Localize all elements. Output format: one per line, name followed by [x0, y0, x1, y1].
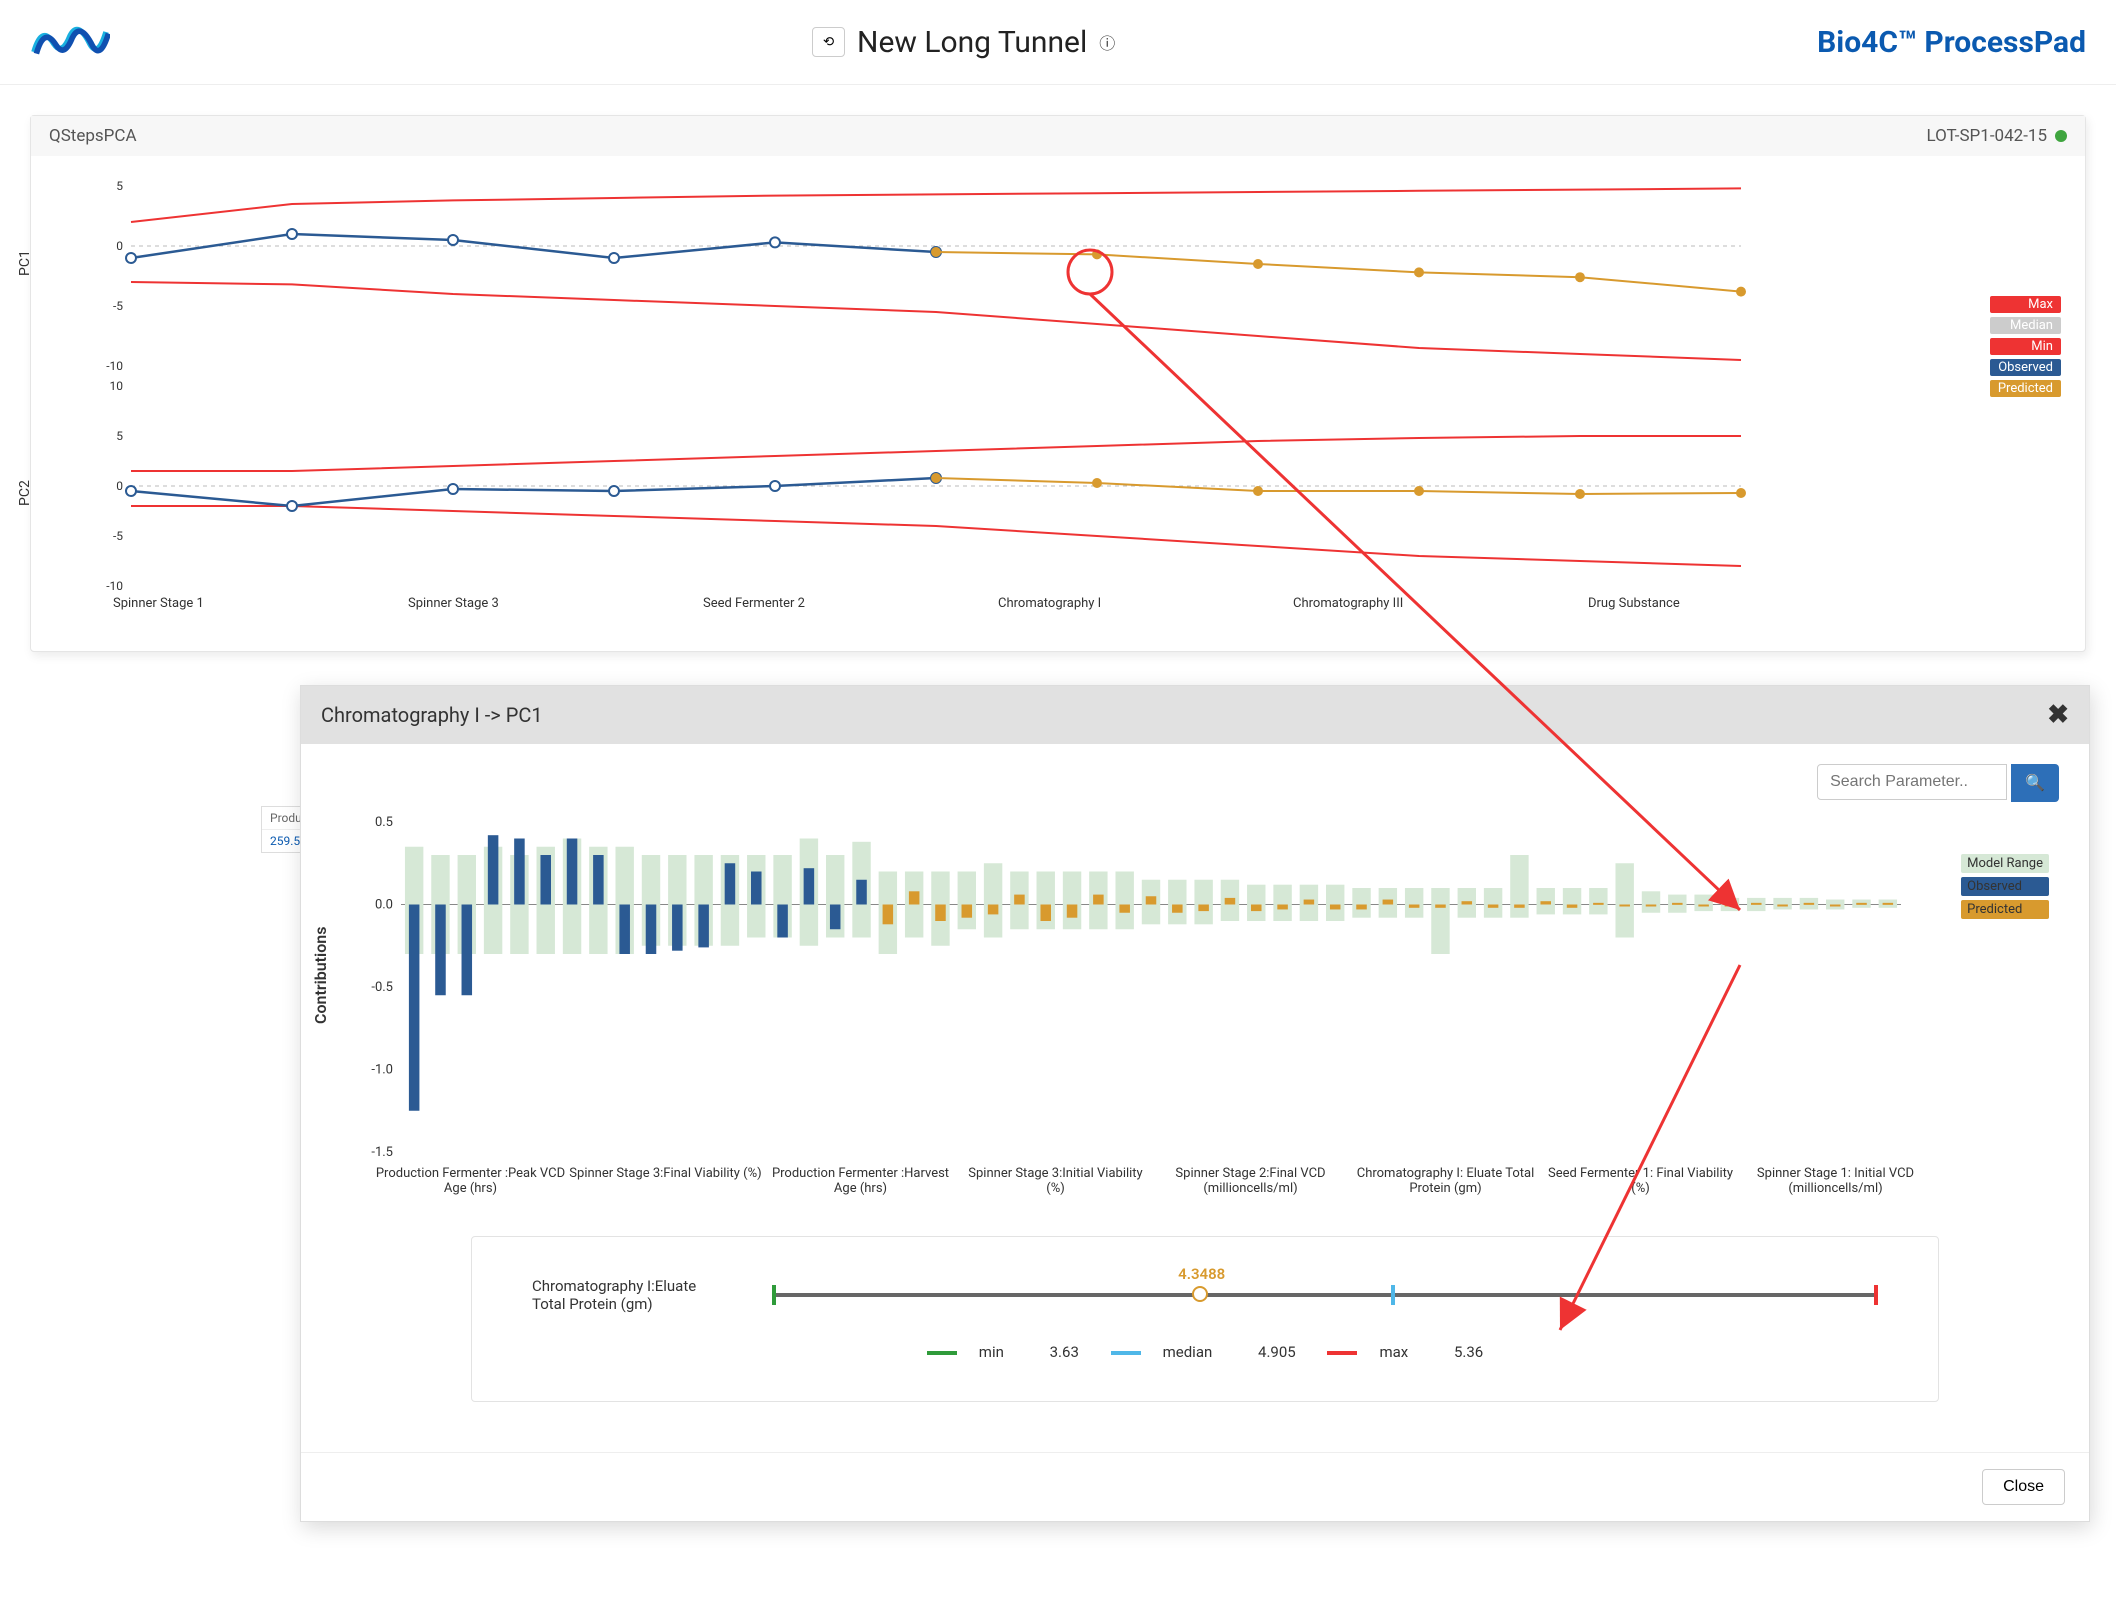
svg-text:-1.5: -1.5 — [371, 1145, 393, 1160]
panel-name: QStepsPCA — [49, 126, 137, 146]
slider-marker[interactable] — [1192, 1286, 1208, 1302]
pc2-ylabel: PC2 — [17, 480, 33, 506]
svg-text:0.0: 0.0 — [375, 898, 393, 913]
pc2-chart[interactable]: -10 -5 0 5 10 — [91, 376, 1751, 596]
panel2-title: Chromatography I -> PC1 — [321, 703, 543, 727]
slider-label: Chromatography I:Eluate Total Protein (g… — [532, 1277, 732, 1313]
lot-badge: LOT-SP1-042-15 — [1926, 126, 2067, 146]
svg-text:-5: -5 — [113, 529, 123, 543]
slider-track[interactable]: 4.3488 — [772, 1293, 1878, 1297]
svg-text:-5: -5 — [113, 299, 123, 313]
close-icon[interactable]: ✖ — [2047, 700, 2069, 730]
pc1-ylabel: PC1 — [17, 250, 33, 276]
svg-text:-0.5: -0.5 — [371, 980, 393, 995]
pc1-chart[interactable]: -10 -5 0 5 — [91, 176, 1751, 376]
info-icon[interactable]: ⓘ — [1099, 30, 1115, 54]
svg-text:0.5: 0.5 — [375, 815, 393, 830]
parameter-slider-box: Chromatography I:Eluate Total Protein (g… — [471, 1236, 1939, 1402]
svg-text:-10: -10 — [106, 579, 123, 593]
svg-text:10: 10 — [110, 379, 124, 393]
svg-text:5: 5 — [116, 179, 123, 193]
slider-legend: min 3.63 median 4.905 max 5.36 — [532, 1343, 1878, 1361]
contribution-panel: Chromatography I -> PC1 ✖ 🔍 Contribution… — [300, 685, 2090, 1522]
refresh-button[interactable]: ⟲ — [812, 27, 845, 57]
svg-text:-1.0: -1.0 — [371, 1063, 393, 1078]
pc-legend: Max Median Min Observed Predicted — [1990, 296, 2061, 401]
close-button[interactable]: Close — [1982, 1469, 2065, 1505]
contrib-ylabel: Contributions — [311, 927, 330, 1024]
brand-title: Bio4C™ ProcessPad — [1817, 25, 2086, 60]
svg-text:0: 0 — [116, 479, 123, 493]
contrib-legend: Model Range Observed Predicted — [1961, 854, 2049, 923]
search-input[interactable] — [1817, 764, 2007, 800]
pca-panel: QStepsPCA LOT-SP1-042-15 PC1 -10-505 PC2… — [30, 115, 2086, 652]
brand-logo — [30, 20, 110, 64]
svg-text:-10: -10 — [106, 359, 123, 373]
search-button[interactable]: 🔍 — [2011, 764, 2059, 802]
svg-text:0: 0 — [116, 239, 123, 253]
page-title: New Long Tunnel — [857, 25, 1087, 60]
svg-text:5: 5 — [116, 429, 123, 443]
contribution-chart[interactable]: -1.5 -1.0 -0.5 0.0 0.5 — [351, 812, 1911, 1162]
